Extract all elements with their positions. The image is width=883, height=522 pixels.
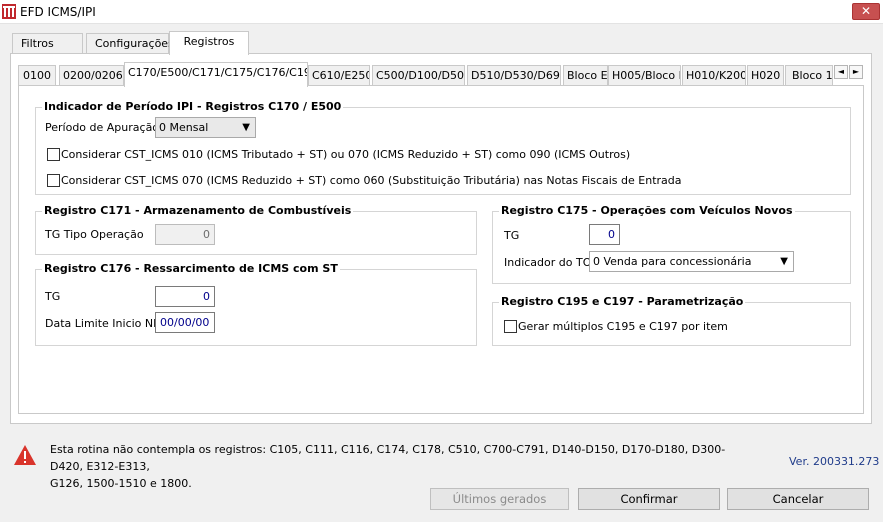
title-bar: EFD ICMS/IPI ✕ — [0, 0, 883, 24]
periodo-value: 0 Mensal — [159, 121, 209, 134]
c176-data-field[interactable]: 00/00/00 — [155, 312, 215, 333]
c175-group-title: Registro C175 - Operações com Veículos N… — [499, 204, 795, 217]
tab-h005-bloco-k[interactable]: H005/Bloco K — [608, 65, 681, 86]
c171-tg-field[interactable]: 0 — [155, 224, 215, 245]
c170-panel: Indicador de Período IPI - Registros C17… — [18, 85, 864, 414]
periodo-select[interactable]: 0 Mensal ▼ — [155, 117, 256, 138]
chevron-down-icon: ▼ — [780, 256, 788, 267]
registros-panel: 0100 0200/0206 C170/E500/C171/C175/C176/… — [10, 53, 872, 424]
c175-group: Registro C175 - Operações com Veículos N… — [492, 204, 851, 284]
c171-group-title: Registro C171 - Armazenamento de Combust… — [42, 204, 354, 217]
periodo-label: Período de Apuração — [45, 121, 160, 134]
c176-data-label: Data Limite Inicio NFE — [45, 317, 167, 330]
ultimos-gerados-button[interactable]: Últimos gerados — [430, 488, 569, 510]
tab-c500-d100-d500[interactable]: C500/D100/D500 — [372, 65, 465, 86]
window-title: EFD ICMS/IPI — [20, 5, 96, 19]
c176-tg-field[interactable]: 0 — [155, 286, 215, 307]
tab-c610-e250[interactable]: C610/E250 — [308, 65, 370, 86]
tab-h020[interactable]: H020 — [747, 65, 784, 86]
tabs-scroll-right-button[interactable]: ► — [849, 65, 863, 79]
tabs-scroll-left-button[interactable]: ◄ — [834, 65, 848, 79]
cst-070-label: Considerar CST_ICMS 070 (ICMS Reduzido +… — [61, 174, 682, 187]
c175-indicador-select[interactable]: 0 Venda para concessionária ▼ — [589, 251, 794, 272]
info-line-1: Esta rotina não contempla os registros: … — [50, 443, 726, 473]
c171-tg-label: TG Tipo Operação — [45, 228, 144, 241]
confirmar-button[interactable]: Confirmar — [578, 488, 720, 510]
c195-multiplos-checkbox[interactable] — [504, 320, 517, 333]
c195-group-title: Registro C195 e C197 - Parametrização — [499, 295, 746, 308]
c195-group: Registro C195 e C197 - Parametrização Ge… — [492, 295, 851, 346]
ipi-group-title: Indicador de Período IPI - Registros C17… — [42, 100, 344, 113]
c176-group-title: Registro C176 - Ressarcimento de ICMS co… — [42, 262, 340, 275]
cancelar-button[interactable]: Cancelar — [727, 488, 869, 510]
tab-registros[interactable]: Registros — [169, 31, 249, 55]
c176-tg-label: TG — [45, 290, 61, 303]
c176-group: Registro C176 - Ressarcimento de ICMS co… — [35, 262, 477, 346]
tab-h010-k200[interactable]: H010/K200 — [682, 65, 746, 86]
tab-filtros[interactable]: Filtros — [12, 33, 83, 55]
tab-configuracoes[interactable]: Configurações — [86, 33, 174, 55]
cst-010-070-checkbox[interactable] — [47, 148, 60, 161]
c175-indicador-value: 0 Venda para concessionária — [593, 255, 752, 268]
cst-010-070-label: Considerar CST_ICMS 010 (ICMS Tributado … — [61, 148, 631, 161]
tab-d510-d530-d695[interactable]: D510/D530/D695 — [467, 65, 561, 86]
warning-icon — [14, 445, 36, 465]
close-button[interactable]: ✕ — [852, 3, 880, 20]
cst-070-checkbox[interactable] — [47, 174, 60, 187]
c175-tg-label: TG — [504, 229, 520, 242]
tab-0100[interactable]: 0100 — [18, 65, 56, 86]
app-logo-icon — [2, 4, 16, 19]
c195-multiplos-label: Gerar múltiplos C195 e C197 por item — [518, 320, 728, 333]
info-message: Esta rotina não contempla os registros: … — [50, 441, 750, 492]
c175-tg-field[interactable]: 0 — [589, 224, 620, 245]
version-label: Ver. 200331.273 — [789, 455, 880, 468]
tab-c170-e500[interactable]: C170/E500/C171/C175/C176/C197 — [124, 62, 308, 87]
c171-group: Registro C171 - Armazenamento de Combust… — [35, 204, 477, 255]
tab-0200-0206[interactable]: 0200/0206 — [59, 65, 124, 86]
chevron-down-icon: ▼ — [242, 122, 250, 133]
c175-indicador-label: Indicador do TO — [504, 256, 592, 269]
tab-bloco-1[interactable]: Bloco 1 — [785, 65, 833, 86]
tab-bloco-e[interactable]: Bloco E — [563, 65, 608, 86]
ipi-period-group: Indicador de Período IPI - Registros C17… — [35, 100, 851, 195]
